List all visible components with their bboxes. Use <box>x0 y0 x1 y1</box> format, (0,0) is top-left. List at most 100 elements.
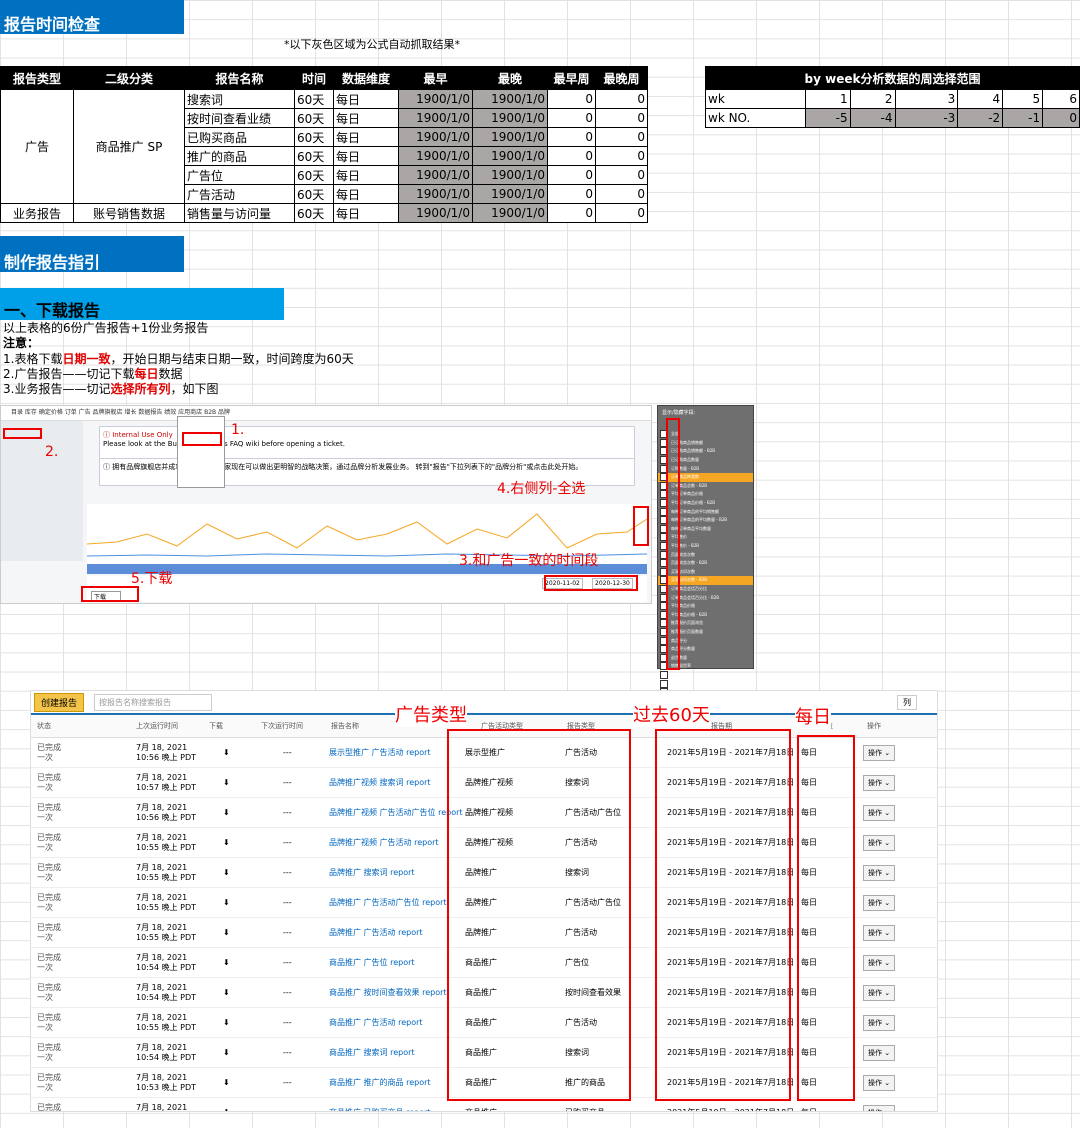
report-type-cell[interactable]: 广告 <box>0 89 74 204</box>
dimension-cell[interactable]: 每日 <box>333 184 399 204</box>
column-checkbox-item[interactable]: 退款率 <box>658 670 753 680</box>
create-report-button[interactable]: 创建报告 <box>34 692 85 712</box>
actions-button[interactable]: 操作 ⌄ <box>863 1074 896 1091</box>
wk-label-cell[interactable]: wk <box>705 89 806 109</box>
wkno-label-cell[interactable]: wk NO. <box>705 108 806 128</box>
report-name-cell[interactable]: 销售量与访问量 <box>184 203 295 223</box>
actions-button[interactable]: 操作 ⌄ <box>863 924 896 941</box>
earliest-week-cell[interactable]: 0 <box>547 89 596 109</box>
earliest-cell[interactable]: 1900/1/0 <box>398 203 473 223</box>
time-cell[interactable]: 60天 <box>294 165 334 185</box>
actions-button[interactable]: 操作 ⌄ <box>863 1014 896 1031</box>
reports-dropdown[interactable] <box>177 416 225 488</box>
dimension-cell[interactable]: 每日 <box>333 146 399 166</box>
time-cell[interactable]: 60天 <box>294 146 334 166</box>
wk-cell[interactable]: 3 <box>894 89 959 109</box>
wkno-cell[interactable]: -3 <box>894 108 959 128</box>
report-name-cell[interactable]: 推广的商品 <box>184 146 295 166</box>
report-name-cell[interactable]: 搜索词 <box>184 89 295 109</box>
latest-week-cell[interactable]: 0 <box>595 89 648 109</box>
latest-cell[interactable]: 1900/1/0 <box>472 146 548 166</box>
wk-cell[interactable]: 1 <box>804 89 851 109</box>
download-icon[interactable]: ⬇ <box>223 778 230 787</box>
actions-button[interactable]: 操作 ⌄ <box>863 834 896 851</box>
latest-week-cell[interactable]: 0 <box>595 184 648 204</box>
subtype-cell[interactable]: 商品推广 SP <box>73 89 185 204</box>
earliest-cell[interactable]: 1900/1/0 <box>398 165 473 185</box>
earliest-cell[interactable]: 1900/1/0 <box>398 127 473 147</box>
wk-cell[interactable]: 4 <box>957 89 1004 109</box>
dimension-cell[interactable]: 每日 <box>333 203 399 223</box>
wkno-cell[interactable]: -5 <box>804 108 851 128</box>
latest-week-cell[interactable]: 0 <box>595 146 648 166</box>
wk-cell[interactable]: 2 <box>849 89 896 109</box>
actions-button[interactable]: 操作 ⌄ <box>863 804 896 821</box>
latest-cell[interactable]: 1900/1/0 <box>472 127 548 147</box>
dimension-cell[interactable]: 每日 <box>333 165 399 185</box>
earliest-week-cell[interactable]: 0 <box>547 203 596 223</box>
latest-week-cell[interactable]: 0 <box>595 108 648 128</box>
dimension-cell[interactable]: 每日 <box>333 108 399 128</box>
download-icon[interactable]: ⬇ <box>223 1078 230 1087</box>
earliest-week-cell[interactable]: 0 <box>547 108 596 128</box>
time-cell[interactable]: 60天 <box>294 127 334 147</box>
search-input[interactable]: 按报告名称搜索报告 <box>94 693 213 711</box>
latest-cell[interactable]: 1900/1/0 <box>472 165 548 185</box>
time-cell[interactable]: 60天 <box>294 108 334 128</box>
download-icon[interactable]: ⬇ <box>223 988 230 997</box>
wk-cell[interactable]: 6 <box>1042 89 1080 109</box>
dimension-cell[interactable]: 每日 <box>333 127 399 147</box>
wk-cell[interactable]: 5 <box>1002 89 1044 109</box>
download-icon[interactable]: ⬇ <box>223 928 230 937</box>
column-checkbox-item[interactable]: 已发货商品 <box>658 679 753 688</box>
download-icon[interactable]: ⬇ <box>223 1018 230 1027</box>
actions-button[interactable]: 操作 ⌄ <box>863 1044 896 1061</box>
actions-button[interactable]: 操作 ⌄ <box>863 984 896 1001</box>
wkno-cell[interactable]: 0 <box>1042 108 1080 128</box>
checkbox-icon[interactable] <box>660 670 668 679</box>
download-icon[interactable]: ⬇ <box>223 838 230 847</box>
latest-cell[interactable]: 1900/1/0 <box>472 184 548 204</box>
report-type-cell[interactable]: 业务报告 <box>0 203 74 223</box>
time-cell[interactable]: 60天 <box>294 203 334 223</box>
time-cell[interactable]: 60天 <box>294 89 334 109</box>
earliest-cell[interactable]: 1900/1/0 <box>398 89 473 109</box>
latest-cell[interactable]: 1900/1/0 <box>472 203 548 223</box>
report-name-cell[interactable]: 广告活动 <box>184 184 295 204</box>
earliest-cell[interactable]: 1900/1/0 <box>398 146 473 166</box>
download-icon[interactable]: ⬇ <box>223 898 230 907</box>
earliest-week-cell[interactable]: 0 <box>547 127 596 147</box>
report-name-cell[interactable]: 按时间查看业绩 <box>184 108 295 128</box>
earliest-cell[interactable]: 1900/1/0 <box>398 184 473 204</box>
download-icon[interactable]: ⬇ <box>223 868 230 877</box>
report-name-link[interactable]: 商品推广 已购买商品 report <box>329 1107 479 1111</box>
earliest-week-cell[interactable]: 0 <box>547 165 596 185</box>
earliest-cell[interactable]: 1900/1/0 <box>398 108 473 128</box>
wkno-cell[interactable]: -1 <box>1002 108 1044 128</box>
latest-cell[interactable]: 1900/1/0 <box>472 89 548 109</box>
actions-button[interactable]: 操作 ⌄ <box>863 744 896 761</box>
wkno-cell[interactable]: -2 <box>957 108 1004 128</box>
latest-cell[interactable]: 1900/1/0 <box>472 108 548 128</box>
actions-button[interactable]: 操作 ⌄ <box>863 1104 896 1111</box>
download-icon[interactable]: ⬇ <box>223 748 230 757</box>
time-cell[interactable]: 60天 <box>294 184 334 204</box>
latest-week-cell[interactable]: 0 <box>595 127 648 147</box>
download-icon[interactable]: ⬇ <box>223 808 230 817</box>
actions-button[interactable]: 操作 ⌄ <box>863 894 896 911</box>
report-name-cell[interactable]: 广告位 <box>184 165 295 185</box>
latest-week-cell[interactable]: 0 <box>595 203 648 223</box>
dimension-cell[interactable]: 每日 <box>333 89 399 109</box>
download-icon[interactable]: ⬇ <box>223 1108 230 1111</box>
actions-button[interactable]: 操作 ⌄ <box>863 954 896 971</box>
subtype-cell[interactable]: 账号销售数据 <box>73 203 185 223</box>
wkno-cell[interactable]: -4 <box>849 108 896 128</box>
actions-button[interactable]: 操作 ⌄ <box>863 864 896 881</box>
earliest-week-cell[interactable]: 0 <box>547 184 596 204</box>
download-icon[interactable]: ⬇ <box>223 958 230 967</box>
earliest-week-cell[interactable]: 0 <box>547 146 596 166</box>
report-name-cell[interactable]: 已购买商品 <box>184 127 295 147</box>
columns-button[interactable]: 列 <box>897 694 917 710</box>
latest-week-cell[interactable]: 0 <box>595 165 648 185</box>
download-icon[interactable]: ⬇ <box>223 1048 230 1057</box>
